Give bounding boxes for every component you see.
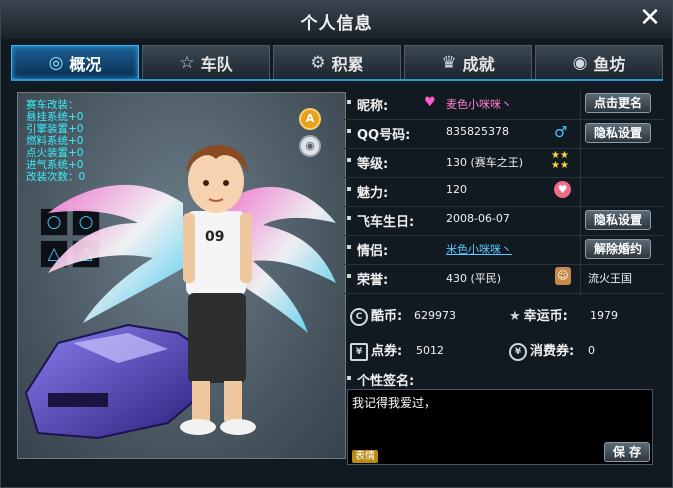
bullet — [347, 158, 351, 162]
birthday-value: 2008-06-07 — [446, 212, 510, 225]
gear-icon: ⚙ — [310, 52, 326, 73]
title-bar: 个人信息 ✕ — [1, 1, 672, 39]
ticket-value: 5012 — [416, 344, 444, 357]
bullet — [347, 100, 351, 104]
signature-input[interactable]: 我记得我爱过， 表情 保 存 — [347, 389, 653, 465]
row-partner: 情侣: 米色小咪咪丶 解除婚约 — [344, 235, 664, 265]
character-artwork: 09 — [24, 144, 336, 440]
window-title: 个人信息 — [300, 14, 373, 34]
fish-icon: ◉ — [572, 52, 588, 73]
star-coin-icon: ★ — [509, 309, 521, 324]
tab-label: 车队 — [200, 54, 233, 74]
heart-gem-icon: ♥ — [424, 95, 436, 110]
nickname-label: 昵称: — [357, 99, 389, 114]
qq-label: QQ号码: — [357, 128, 411, 143]
consume-icon: ¥ — [509, 342, 527, 361]
svg-text:09: 09 — [205, 229, 224, 245]
luckycoin-label-text: 幸运币: — [523, 309, 568, 324]
level-stars-icon: ★★ ★★ — [551, 150, 569, 171]
row-charm: 魅力: 120 ♥ — [344, 177, 664, 207]
tab-underline — [11, 79, 663, 81]
level-label: 等级: — [357, 157, 389, 172]
privacy-settings-button[interactable]: 隐私设置 — [585, 123, 651, 143]
charm-label: 魅力: — [357, 186, 389, 201]
close-icon[interactable]: ✕ — [636, 4, 664, 32]
coolcoin-icon: C — [350, 307, 368, 326]
gender-male-icon: ♂ — [554, 123, 568, 141]
privacy-settings-button-2[interactable]: 隐私设置 — [585, 210, 651, 230]
qq-value: 835825378 — [446, 125, 509, 138]
overview-icon: ◎ — [48, 52, 64, 73]
consume-label: ¥ 消费券: — [509, 340, 574, 361]
honor-label: 荣誉: — [357, 273, 389, 288]
tab-bar: ◎ 概况 ☆ 车队 ⚙ 积累 ♛ 成就 ◉ 鱼坊 — [11, 45, 663, 81]
partner-link[interactable]: 米色小咪咪丶 — [446, 241, 512, 257]
row-nickname: 昵称: ♥ 麦色小咪咪丶 点击更名 — [344, 90, 664, 120]
rename-button[interactable]: 点击更名 — [585, 93, 651, 113]
avatar-preview: 赛车改装： 悬挂系统+0 引擎装置+0 燃料系统+0 点火装置+0 进气系统+0… — [17, 92, 346, 459]
charm-value: 120 — [446, 183, 467, 196]
partner-label: 情侣: — [357, 244, 389, 259]
birthday-label: 飞车生日: — [357, 215, 415, 230]
star-icon: ☆ — [179, 52, 195, 73]
save-button[interactable]: 保 存 — [604, 442, 650, 462]
ticket-label-text: 点券: — [371, 344, 403, 359]
profile-window: 个人信息 ✕ ◎ 概况 ☆ 车队 ⚙ 积累 ♛ 成就 ◉ 鱼坊 赛车改装： 悬挂… — [0, 0, 673, 488]
tab-achievement[interactable]: ♛ 成就 — [404, 45, 532, 79]
row-level: 等级: 130 (赛车之王) ★★ ★★ — [344, 148, 664, 178]
achievement-icon: ♛ — [441, 52, 457, 73]
kingdom-avatar-icon: ☺ — [555, 267, 571, 285]
tab-accumulate[interactable]: ⚙ 积累 — [273, 45, 401, 79]
bullet — [347, 376, 351, 380]
consume-value: 0 — [588, 344, 595, 357]
tab-label: 成就 — [462, 54, 495, 74]
coolcoin-label-text: 酷币: — [371, 309, 403, 324]
level-value: 130 (赛车之王) — [446, 156, 524, 169]
signature-text[interactable]: 我记得我爱过， — [352, 394, 436, 411]
bullet — [347, 216, 351, 220]
bullet — [347, 245, 351, 249]
coolcoin-label: C 酷币: — [350, 305, 402, 326]
bullet — [347, 274, 351, 278]
row-qq: QQ号码: 835825378 ♂ 隐私设置 — [344, 119, 664, 149]
consume-label-text: 消费券: — [530, 344, 575, 359]
bullet — [347, 129, 351, 133]
tab-fish[interactable]: ◉ 鱼坊 — [535, 45, 663, 79]
ticket-label: ¥ 点券: — [350, 340, 402, 361]
charm-heart-icon: ♥ — [554, 181, 571, 198]
signature-label: 个性签名: — [357, 374, 415, 389]
ticket-icon: ¥ — [350, 342, 368, 361]
bullet — [347, 187, 351, 191]
tab-team[interactable]: ☆ 车队 — [142, 45, 270, 79]
nickname-value: 麦色小咪咪丶 — [446, 98, 512, 111]
tab-label: 积累 — [331, 54, 364, 74]
emoji-button[interactable]: 表情 — [352, 450, 378, 463]
coolcoin-value: 629973 — [414, 309, 456, 322]
divorce-button[interactable]: 解除婚约 — [585, 239, 651, 259]
row-birthday: 飞车生日: 2008-06-07 隐私设置 — [344, 206, 664, 236]
row-honor: 荣誉: 430 (平民) ☺ 流火王国 — [344, 264, 664, 294]
tab-overview[interactable]: ◎ 概况 — [11, 45, 139, 79]
honor-value: 430 (平民) — [446, 272, 502, 285]
luckycoin-value: 1979 — [590, 309, 618, 322]
tab-label: 鱼坊 — [593, 54, 626, 74]
luckycoin-label: ★ 幸运币: — [509, 305, 568, 324]
tab-label: 概况 — [69, 54, 102, 74]
honor-title: 流火王国 — [588, 272, 632, 285]
